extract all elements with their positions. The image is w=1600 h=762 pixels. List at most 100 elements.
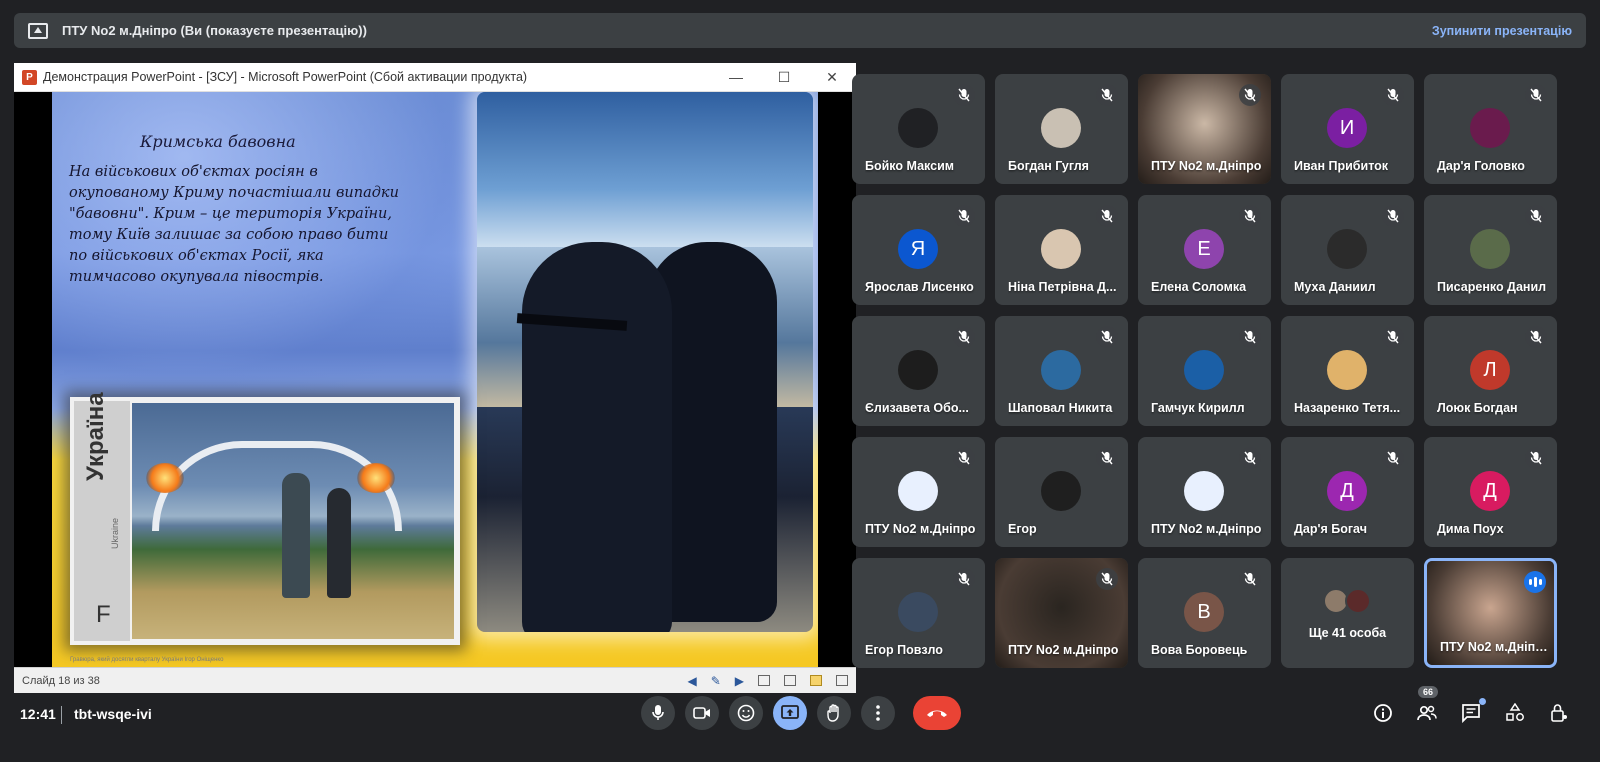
- participant-tile[interactable]: В Вова Боровець: [1138, 558, 1271, 668]
- avatar: [1041, 350, 1081, 390]
- mic-off-icon: [1239, 84, 1261, 106]
- avatar: Д: [1470, 471, 1510, 511]
- participant-tile[interactable]: ПТУ No2 м.Дніпро: [1138, 437, 1271, 547]
- participant-name: ПТУ No2 м.Дніпро: [865, 522, 976, 536]
- bridge-scene: [132, 403, 454, 639]
- participant-tile[interactable]: Егор: [995, 437, 1128, 547]
- mic-off-icon: [1525, 205, 1547, 227]
- minimize-icon[interactable]: —: [712, 63, 760, 91]
- participant-tile[interactable]: Егор Повзло: [852, 558, 985, 668]
- participant-tile[interactable]: ПТУ No2 м.Дніпро: [852, 437, 985, 547]
- avatar: Д: [1327, 471, 1367, 511]
- emoji-button[interactable]: [729, 696, 763, 730]
- participant-name: Єлизавета Обо...: [865, 401, 969, 415]
- info-icon: [1374, 704, 1392, 722]
- camera-icon: [693, 707, 710, 719]
- host-controls-button[interactable]: [1546, 700, 1572, 726]
- slideshow-view-icon[interactable]: [836, 675, 848, 686]
- mini-avatar: [1345, 588, 1371, 614]
- mic-off-icon: [1382, 326, 1404, 348]
- avatar: [1184, 350, 1224, 390]
- mic-off-icon: [953, 568, 975, 590]
- participant-tile[interactable]: Гамчук Кирилл: [1138, 316, 1271, 426]
- microphone-button[interactable]: [641, 696, 675, 730]
- more-participants-tile[interactable]: Ще 41 особа: [1281, 558, 1414, 668]
- participant-tile[interactable]: ПТУ No2 м.Дніпро: [995, 558, 1128, 668]
- participant-tile[interactable]: Назаренко Тетя...: [1281, 316, 1414, 426]
- notes-icon[interactable]: ✎: [711, 674, 721, 688]
- participant-name: Гамчук Кирилл: [1151, 401, 1245, 415]
- reading-view-icon[interactable]: [810, 675, 822, 686]
- maximize-icon[interactable]: ☐: [760, 63, 808, 91]
- raise-hand-button[interactable]: [817, 696, 851, 730]
- participant-name: Дар'я Богач: [1294, 522, 1367, 536]
- participant-tile[interactable]: Писаренко Данил: [1424, 195, 1557, 305]
- mic-off-icon: [953, 447, 975, 469]
- avatar: Л: [1470, 350, 1510, 390]
- microphone-icon: [652, 705, 664, 720]
- mic-off-icon: [1239, 447, 1261, 469]
- avatar: [898, 471, 938, 511]
- avatar: [1041, 229, 1081, 269]
- participant-name: Богдан Гугля: [1008, 159, 1089, 173]
- powerpoint-window: P Демонстрация PowerPoint - [ЗСУ] - Micr…: [14, 63, 856, 693]
- clock: 12:41: [20, 706, 56, 722]
- participant-name: ПТУ No2 м.Дніпро: [1008, 643, 1119, 657]
- mic-off-icon: [1239, 326, 1261, 348]
- people-icon: [1417, 705, 1437, 721]
- participant-name: ПТУ No2 м.Дніпро: [1151, 159, 1262, 173]
- activities-button[interactable]: [1502, 700, 1528, 726]
- participant-tile[interactable]: Богдан Гугля: [995, 74, 1128, 184]
- mic-off-icon: [1525, 84, 1547, 106]
- slide-caption: Гравюра, який досягли кварталу України І…: [70, 657, 224, 663]
- avatar: [1327, 229, 1367, 269]
- powerpoint-logo-icon: P: [22, 69, 37, 85]
- avatar: Е: [1184, 229, 1224, 269]
- participant-tile[interactable]: Муха Даниил: [1281, 195, 1414, 305]
- participant-tile[interactable]: Єлизавета Обо...: [852, 316, 985, 426]
- participant-tile[interactable]: ПТУ No2 м.Дніпро: [1424, 558, 1557, 668]
- more-options-button[interactable]: [861, 696, 895, 730]
- leave-call-button[interactable]: [913, 696, 961, 730]
- mic-off-icon: [1096, 568, 1118, 590]
- participant-name: Елена Соломка: [1151, 280, 1247, 294]
- sorter-view-icon[interactable]: [784, 675, 796, 686]
- participant-tile[interactable]: И Иван Прибиток: [1281, 74, 1414, 184]
- slide-counter: Слайд 18 из 38: [22, 674, 100, 687]
- mic-off-icon: [1096, 84, 1118, 106]
- participant-tile[interactable]: Шаповал Никита: [995, 316, 1128, 426]
- present-screen-icon: [781, 705, 799, 719]
- stop-presenting-button[interactable]: Зупинити презентацію: [1432, 24, 1572, 38]
- participant-tile[interactable]: Л Лоюк Богдан: [1424, 316, 1557, 426]
- participant-name: Лоюк Богдан: [1437, 401, 1518, 415]
- close-icon[interactable]: ✕: [808, 63, 856, 91]
- slide-stage: Кримська бавовна На військових об'єктах …: [14, 92, 856, 667]
- slide: Кримська бавовна На військових об'єктах …: [52, 92, 818, 667]
- participant-name: Дар'я Головко: [1437, 159, 1525, 173]
- mic-off-icon: [1239, 205, 1261, 227]
- mic-off-icon: [1382, 84, 1404, 106]
- prev-slide-icon[interactable]: ◀: [687, 674, 696, 688]
- normal-view-icon[interactable]: [758, 675, 770, 686]
- avatar: [898, 108, 938, 148]
- chat-button[interactable]: [1458, 698, 1486, 726]
- participant-tile[interactable]: ПТУ No2 м.Дніпро: [1138, 74, 1271, 184]
- mic-off-icon: [953, 84, 975, 106]
- participant-name: Вова Боровець: [1151, 643, 1248, 657]
- participant-tile[interactable]: Бойко Максим: [852, 74, 985, 184]
- ppt-titlebar: P Демонстрация PowerPoint - [ЗСУ] - Micr…: [14, 63, 856, 92]
- participant-tile[interactable]: Е Елена Соломка: [1138, 195, 1271, 305]
- next-slide-icon[interactable]: ▶: [735, 674, 744, 688]
- participant-tile[interactable]: Дар'я Головко: [1424, 74, 1557, 184]
- present-button[interactable]: [773, 696, 807, 730]
- slide-body-text: На військових об'єктах росіян в окупован…: [69, 164, 399, 285]
- participant-name: Иван Прибиток: [1294, 159, 1389, 173]
- camera-button[interactable]: [685, 696, 719, 730]
- meeting-info-button[interactable]: [1370, 700, 1396, 726]
- people-button[interactable]: 66: [1414, 686, 1440, 726]
- participant-tile[interactable]: Д Дима Поух: [1424, 437, 1557, 547]
- participant-tile[interactable]: Ніна Петрівна Д...: [995, 195, 1128, 305]
- participant-tile[interactable]: Я Ярослав Лисенко: [852, 195, 985, 305]
- participant-tile[interactable]: Д Дар'я Богач: [1281, 437, 1414, 547]
- mic-off-icon: [1096, 205, 1118, 227]
